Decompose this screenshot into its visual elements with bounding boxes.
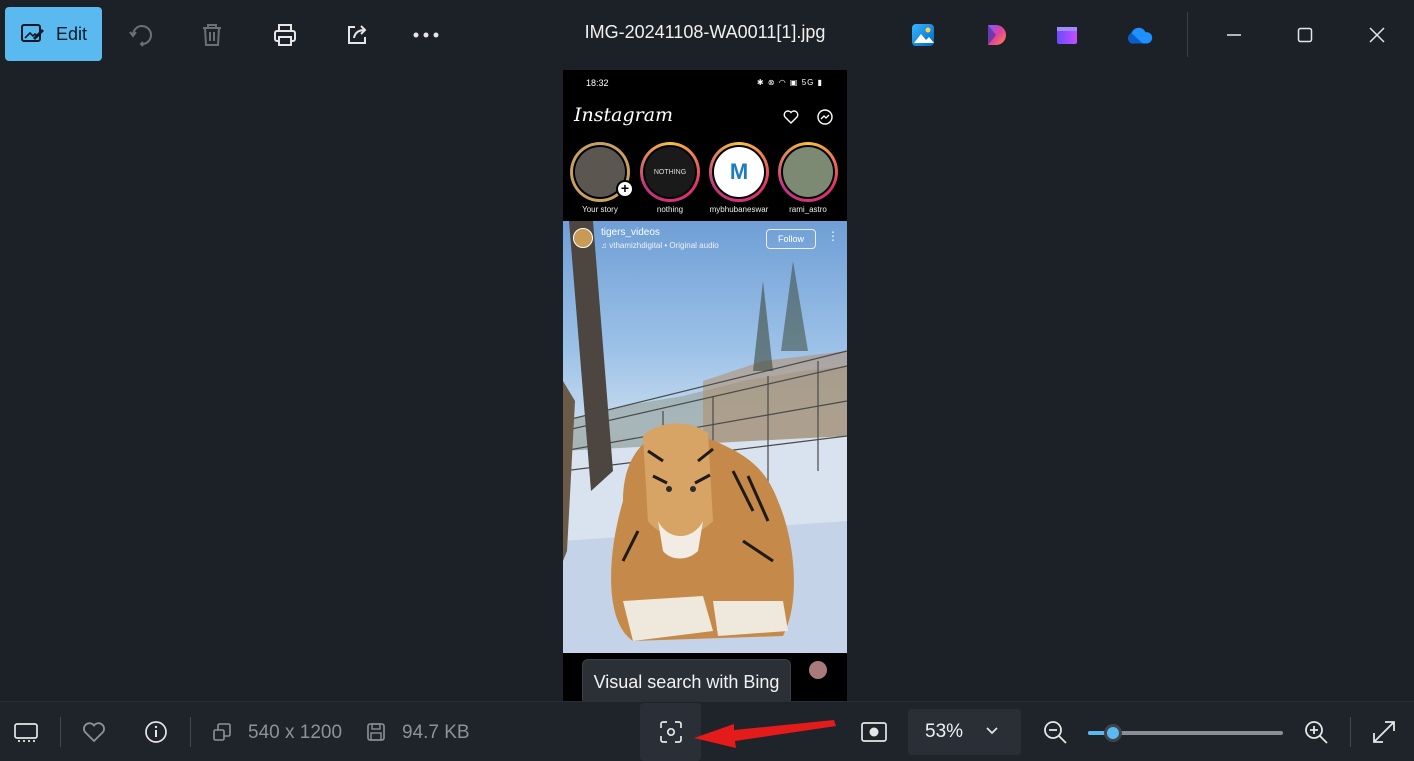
zoom-value: 53% bbox=[925, 721, 964, 742]
more-options-button[interactable] bbox=[408, 17, 444, 53]
rotate-icon bbox=[129, 25, 152, 47]
zoom-in-icon bbox=[1305, 721, 1328, 744]
follow-button: Follow bbox=[766, 229, 816, 249]
onedrive-icon bbox=[1128, 27, 1153, 44]
status-divider bbox=[190, 717, 191, 747]
phone-time: 18:32 bbox=[586, 78, 609, 88]
reel-username: tigers_videos bbox=[601, 227, 660, 238]
print-icon bbox=[274, 24, 296, 46]
print-button[interactable] bbox=[267, 17, 303, 53]
reel-header: tigers_videos ♫ vthamizhdigital • Origin… bbox=[563, 221, 847, 257]
clipchamp-app-icon bbox=[1057, 27, 1077, 44]
story-label: mybhubaneswar bbox=[709, 205, 769, 214]
edit-button[interactable]: Edit bbox=[5, 7, 102, 61]
onedrive-button[interactable] bbox=[1124, 20, 1154, 50]
zoom-out-icon bbox=[1044, 721, 1067, 744]
minimize-icon bbox=[1227, 34, 1241, 36]
info-icon bbox=[145, 721, 167, 743]
reel-more-icon: ⋮ bbox=[827, 229, 839, 243]
maximize-button[interactable] bbox=[1288, 18, 1322, 52]
file-size-icon-wrap bbox=[361, 717, 391, 747]
expand-icon bbox=[1373, 721, 1395, 743]
favorite-button[interactable] bbox=[79, 717, 109, 747]
zoom-slider-thumb[interactable] bbox=[1104, 724, 1123, 742]
toolbar-divider bbox=[1187, 12, 1188, 57]
visual-search-tooltip: Visual search with Bing bbox=[582, 659, 791, 705]
image-canvas[interactable]: 18:32 ✱ ⊗ ◠ ▣ 5G ▮ Instagram + Your stor… bbox=[0, 70, 1414, 705]
displayed-screenshot: 18:32 ✱ ⊗ ◠ ▣ 5G ▮ Instagram + Your stor… bbox=[563, 70, 847, 701]
photos-app-icon bbox=[912, 24, 934, 46]
close-icon bbox=[1369, 27, 1385, 43]
reel-avatar bbox=[573, 228, 593, 248]
rotate-button[interactable] bbox=[123, 17, 159, 53]
filmstrip-icon bbox=[14, 723, 38, 742]
story-item: + Your story bbox=[570, 142, 634, 214]
instagram-logo: Instagram bbox=[574, 104, 674, 126]
title-toolbar: Edit IMG-20241108-WA0011[1].jpg bbox=[0, 0, 1414, 70]
reel-audio: ♫ vthamizhdigital • Original audio bbox=[601, 241, 719, 250]
story-label: rami_astro bbox=[789, 205, 827, 214]
zoom-dropdown[interactable]: 53% bbox=[908, 709, 1021, 755]
image-dimensions: 540 x 1200 bbox=[248, 722, 343, 743]
minimize-button[interactable] bbox=[1217, 18, 1251, 52]
add-story-icon: + bbox=[616, 180, 634, 198]
story-label: nothing bbox=[656, 205, 684, 214]
zoom-out-button[interactable] bbox=[1040, 717, 1070, 747]
annotation-arrow-icon bbox=[694, 720, 836, 748]
reel-video: tigers_videos ♫ vthamizhdigital • Origin… bbox=[563, 221, 847, 653]
heart-outline-icon bbox=[83, 722, 105, 743]
story-item: NOTHING nothing bbox=[640, 142, 700, 214]
share-icon bbox=[348, 25, 367, 44]
story-avatar: NOTHING bbox=[645, 147, 695, 197]
chevron-down-icon bbox=[986, 727, 998, 735]
clipchamp-app-button[interactable] bbox=[1052, 20, 1082, 50]
edit-label: Edit bbox=[55, 23, 88, 44]
filmstrip-button[interactable] bbox=[11, 717, 41, 747]
status-divider bbox=[1350, 717, 1351, 747]
photos-app-button[interactable] bbox=[908, 20, 938, 50]
share-button[interactable] bbox=[339, 17, 375, 53]
save-icon bbox=[367, 723, 385, 741]
file-size: 94.7 KB bbox=[402, 722, 470, 743]
fit-to-window-button[interactable] bbox=[859, 717, 889, 747]
story-label: Your story bbox=[582, 205, 618, 214]
more-icon bbox=[413, 32, 439, 38]
tiger-scene-image bbox=[563, 221, 847, 653]
edit-image-icon bbox=[20, 24, 44, 42]
heart-icon bbox=[783, 110, 799, 124]
messenger-icon bbox=[817, 109, 833, 125]
trash-icon bbox=[203, 24, 221, 46]
story-item: rami_astro bbox=[778, 142, 838, 214]
fit-screen-icon bbox=[861, 722, 887, 742]
dimensions-icon-wrap bbox=[207, 717, 237, 747]
zoom-slider[interactable] bbox=[1088, 724, 1283, 742]
profile-avatar bbox=[809, 661, 827, 679]
phone-status-bar: 18:32 ✱ ⊗ ◠ ▣ 5G ▮ bbox=[563, 76, 847, 92]
phone-network: ✱ ⊗ ◠ ▣ 5G ▮ bbox=[756, 78, 823, 87]
resolution-icon bbox=[213, 723, 231, 741]
fullscreen-button[interactable] bbox=[1369, 717, 1399, 747]
designer-app-icon bbox=[988, 25, 1006, 45]
file-info-button[interactable] bbox=[141, 717, 171, 747]
maximize-icon bbox=[1297, 27, 1313, 43]
story-avatar: M bbox=[714, 147, 764, 197]
file-name-title: IMG-20241108-WA0011[1].jpg bbox=[584, 22, 826, 42]
designer-app-button[interactable] bbox=[981, 20, 1011, 50]
close-button[interactable] bbox=[1360, 18, 1394, 52]
visual-search-icon bbox=[659, 721, 682, 743]
story-avatar bbox=[783, 147, 833, 197]
zoom-in-button[interactable] bbox=[1301, 717, 1331, 747]
delete-button[interactable] bbox=[194, 17, 230, 53]
story-item: M mybhubaneswar bbox=[709, 142, 769, 214]
status-divider bbox=[60, 717, 61, 747]
